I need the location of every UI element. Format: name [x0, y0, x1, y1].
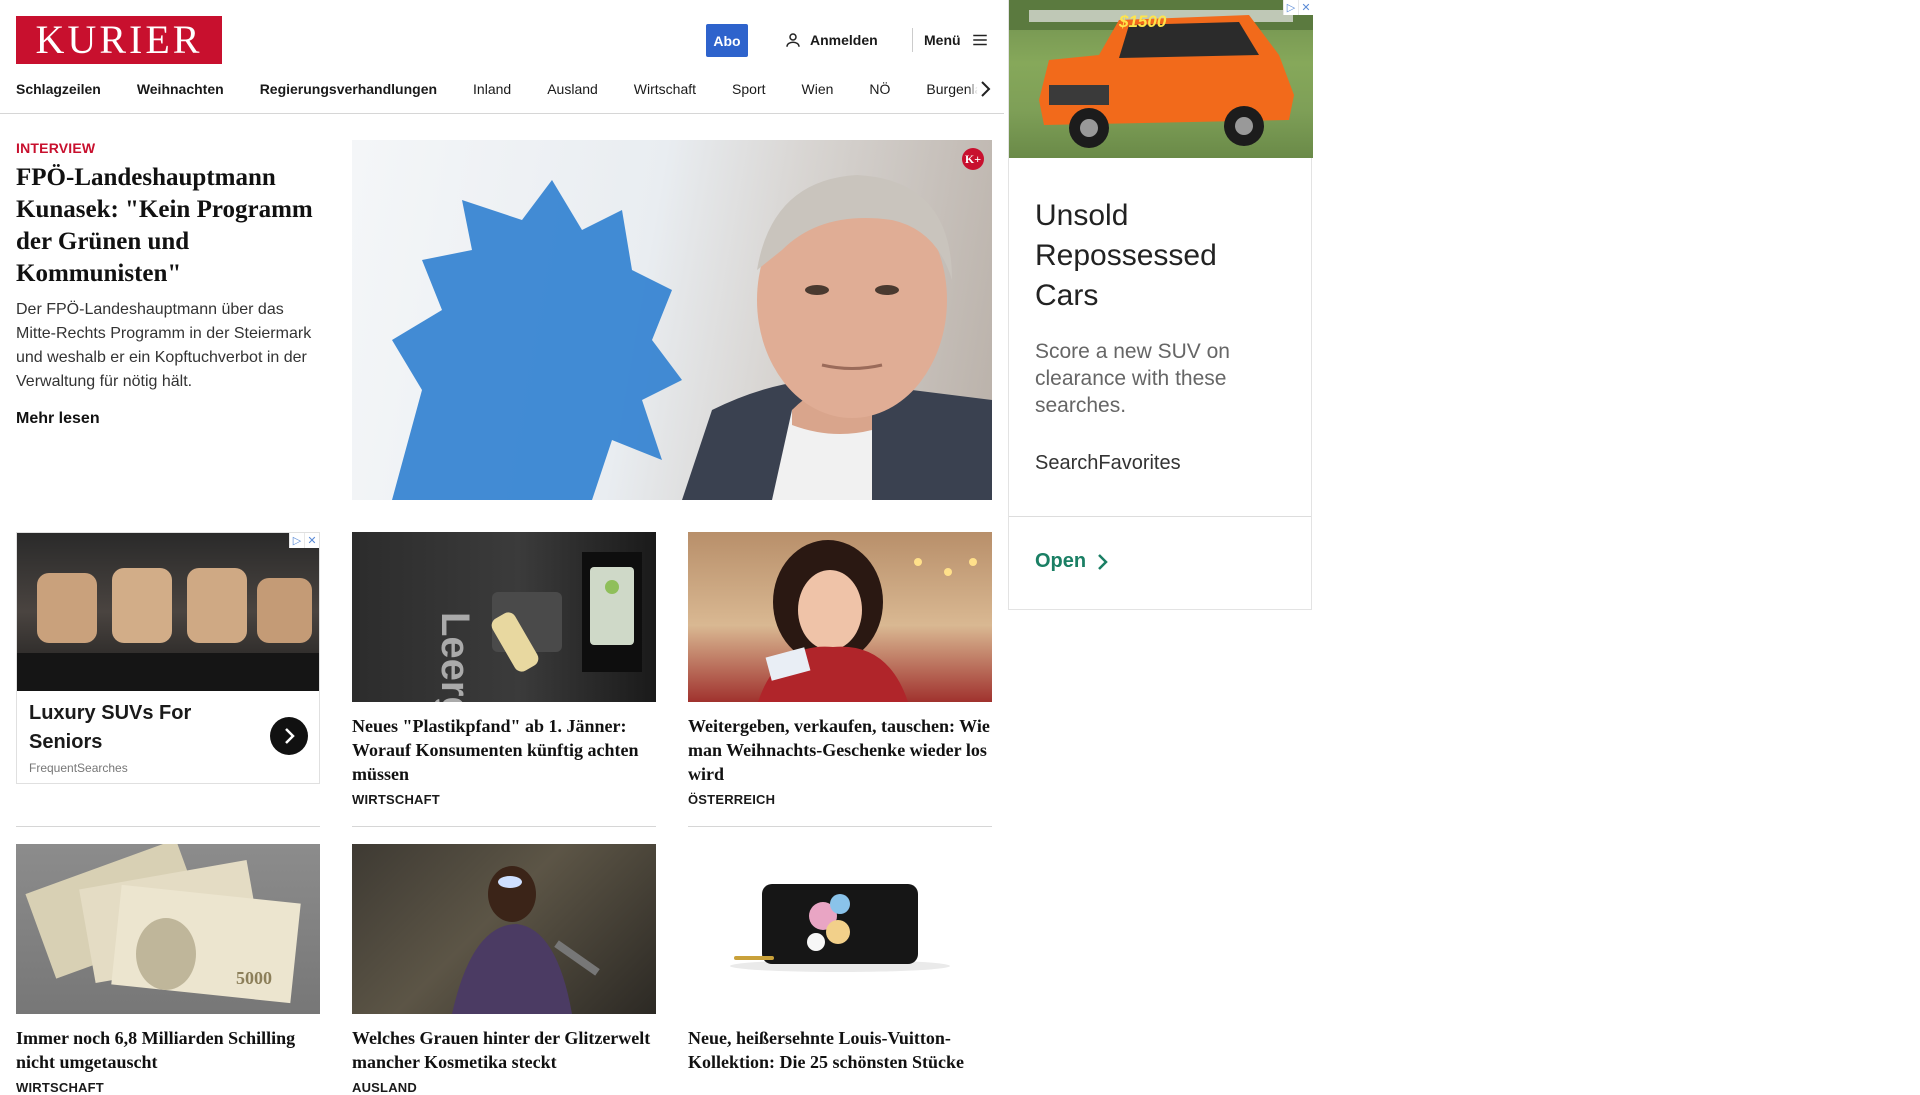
- article-title[interactable]: Neue, heißersehnte Louis-Vuitton-Kollekt…: [688, 1026, 992, 1074]
- article-title[interactable]: Weitergeben, verkaufen, tauschen: Wie ma…: [688, 714, 992, 786]
- nav-scroll-right-button[interactable]: [968, 76, 992, 102]
- user-icon: [786, 33, 800, 47]
- article-image: [352, 844, 656, 1014]
- article-card[interactable]: Weitergeben, verkaufen, tauschen: Wie ma…: [688, 532, 992, 807]
- login-button[interactable]: Anmelden: [784, 28, 878, 52]
- row-divider: [352, 826, 656, 827]
- article-card[interactable]: 5000 Immer noch 6,8 Milliarden Schil­lin…: [16, 844, 320, 1095]
- nav-item-wien[interactable]: Wien: [784, 76, 852, 102]
- article-title[interactable]: Neues "Plastikpfand" ab 1. Jänner: Worau…: [352, 714, 656, 786]
- abo-button[interactable]: Abo: [706, 24, 748, 57]
- article-card[interactable]: Leergut Neues "Plastikpfand" ab 1. Jänne…: [352, 532, 656, 807]
- hero-teaser: Der FPÖ-Landeshauptmann über das Mitte-R…: [16, 301, 312, 390]
- ad-divider: [1009, 516, 1311, 517]
- nav-item-regierungsverhandlungen[interactable]: Regierungsverhandlungen: [242, 76, 455, 102]
- article-image: [688, 844, 992, 1014]
- kurier-logo[interactable]: KURIER: [16, 16, 222, 64]
- svg-text:Leergut: Leergut: [433, 612, 477, 702]
- nav-item-ausland[interactable]: Ausland: [529, 76, 616, 102]
- ad-title[interactable]: Luxury SUVs For Seniors: [29, 699, 259, 757]
- hero-article[interactable]: INTERVIEW FPÖ-Landeshauptmann Kunasek: "…: [16, 140, 324, 428]
- login-label: Anmelden: [810, 32, 878, 48]
- ad-choices-icon[interactable]: ▷: [289, 533, 304, 548]
- close-icon[interactable]: ✕: [304, 533, 319, 548]
- ad-open-label: Open: [1035, 550, 1087, 572]
- nav-item-sport[interactable]: Sport: [714, 76, 783, 102]
- ad-choices-icon[interactable]: ▷: [1283, 0, 1298, 15]
- hero-title[interactable]: FPÖ-Landeshauptmann Kunasek: "Kein Pro­g…: [16, 162, 324, 290]
- close-icon[interactable]: ✕: [1298, 0, 1313, 15]
- main-nav: Schlagzeilen Weihnachten Regierungsverha…: [16, 76, 984, 102]
- ad-description: Score a new SUV on clearance with these …: [1035, 340, 1230, 417]
- row-divider: [688, 826, 992, 827]
- hero-kicker: INTERVIEW: [16, 140, 96, 156]
- nav-item-wirtschaft[interactable]: Wirtschaft: [616, 76, 714, 102]
- banknotes-illustration: 5000: [25, 844, 301, 1004]
- woman-with-gift-illustration: [758, 540, 977, 702]
- chevron-right-icon: [1098, 553, 1108, 570]
- kurier-plus-badge: K+: [962, 148, 984, 170]
- article-section[interactable]: WIRTSCHAFT: [352, 792, 656, 807]
- article-card[interactable]: Neue, heißersehnte Louis-Vuitton-Kollekt…: [688, 844, 992, 1074]
- ad-image: $1500 ▷ ✕: [1009, 0, 1313, 158]
- menu-label: Menü: [924, 32, 961, 48]
- nav-item-inland[interactable]: Inland: [455, 76, 529, 102]
- hamburger-icon: [972, 34, 987, 46]
- ad-source: FrequentSearches: [29, 761, 128, 775]
- deposit-machine-illustration: Leergut: [433, 552, 642, 702]
- chevron-right-icon: [285, 728, 295, 744]
- header-divider: [912, 28, 913, 52]
- article-section[interactable]: ÖSTERREICH: [688, 792, 992, 807]
- article-card[interactable]: Welches Grauen hinter der Glitzer­welt m…: [352, 844, 656, 1095]
- price-tag: $1500: [1119, 12, 1167, 31]
- ad-brand: SearchFavorites: [1035, 452, 1181, 474]
- article-title[interactable]: Welches Grauen hinter der Glitzer­welt m…: [352, 1026, 656, 1074]
- svg-text:5000: 5000: [236, 968, 272, 988]
- menu-button[interactable]: Menü: [924, 28, 989, 52]
- chevron-right-icon: [981, 81, 991, 97]
- article-image: 5000: [16, 844, 320, 1014]
- article-image: [688, 532, 992, 702]
- sidebar-ad[interactable]: $1500 ▷ ✕ Unsold Repossessed Cars Score …: [1008, 0, 1313, 610]
- hero-image[interactable]: K+: [352, 140, 992, 500]
- article-title[interactable]: Immer noch 6,8 Milliarden Schil­ling nic…: [16, 1026, 320, 1074]
- nav-item-noe[interactable]: NÖ: [851, 76, 908, 102]
- nav-item-schlagzeilen[interactable]: Schlagzeilen: [16, 76, 119, 102]
- article-section[interactable]: AUSLAND: [352, 1080, 656, 1095]
- wallet-illustration: [730, 884, 950, 972]
- ad-headline[interactable]: Unsold Repossessed Cars: [1035, 196, 1285, 316]
- ad-go-button[interactable]: [270, 717, 308, 755]
- ad-badge: ▷ ✕: [1283, 0, 1313, 15]
- miner-illustration: [452, 866, 600, 1014]
- nav-item-weihnachten[interactable]: Weihnachten: [119, 76, 242, 102]
- ad-badge: ▷ ✕: [289, 533, 319, 548]
- hero-photo-illustration: [392, 175, 992, 500]
- ad-image: ▷ ✕: [17, 533, 319, 691]
- native-ad-card[interactable]: ▷ ✕ Luxury SUVs For Seniors FrequentSear…: [16, 532, 320, 784]
- read-more-link[interactable]: Mehr lesen: [16, 410, 100, 428]
- site-header: KURIER Abo Anmelden Menü Schlagzeilen We…: [0, 0, 1004, 114]
- article-section[interactable]: WIRTSCHAFT: [16, 1080, 320, 1095]
- car-interior-illustration: [17, 568, 319, 691]
- ad-open-button[interactable]: Open: [1035, 550, 1108, 573]
- row-divider: [16, 826, 320, 827]
- article-image: Leergut: [352, 532, 656, 702]
